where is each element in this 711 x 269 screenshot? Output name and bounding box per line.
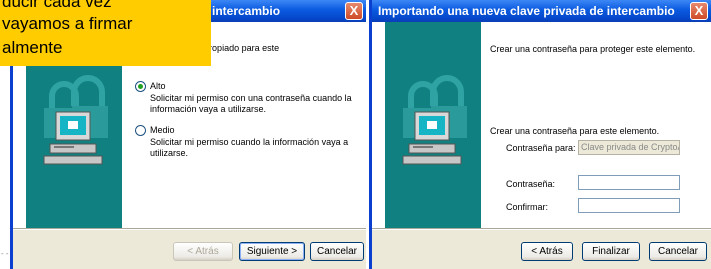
intro-text: Crear una contraseña para proteger este … [490,44,696,54]
close-icon[interactable]: X [345,2,363,20]
title-bar: Importando una nueva clave privada de in… [372,0,711,22]
callout-line-1: ducir cada vez [2,0,112,11]
option-medium-desc-1: Solicitar mi permiso cuando la informaci… [150,137,349,147]
back-button[interactable]: < Atrás [521,242,573,261]
callout-box: ducir cada vez vayamos a firmar almente [0,0,211,66]
password-input[interactable] [578,175,680,190]
computer-with-padlocks-icon [43,75,108,165]
button-separator [13,228,366,230]
option-high-desc-1: Solicitar mi permiso con una contraseña … [150,93,352,103]
dialog-body: Crear una contraseña para proteger este … [372,22,711,228]
option-medium-label: Medio [150,125,175,135]
cancel-button[interactable]: Cancelar [310,242,364,261]
close-icon[interactable]: X [690,2,708,20]
cancel-button[interactable]: Cancelar [649,242,707,261]
dashes: - - [1,249,9,258]
callout-line-2: vayamos a firmar [2,14,133,33]
computer-with-padlocks-icon [402,75,467,165]
radio-high[interactable] [135,81,146,92]
finish-button[interactable]: Finalizar [582,242,640,261]
section-label: Crear una contraseña para este elemento. [490,126,660,136]
back-button[interactable]: < Atrás [173,242,233,261]
radio-medium[interactable] [135,125,146,136]
window-title: Importando una nueva clave privada de in… [378,4,675,18]
password-for-label: Contraseña para: [506,143,576,153]
button-separator [372,228,711,230]
confirm-label: Confirmar: [506,202,549,212]
option-high-desc-2: información vaya a utilizarse. [150,104,267,114]
confirm-input[interactable] [578,198,680,213]
wizard-sidebar [385,22,481,228]
next-button[interactable]: Siguiente > [239,242,305,261]
callout-line-3: almente [2,38,63,57]
password-label: Contraseña: [506,179,556,189]
option-medium-desc-2: utilizarse. [150,148,189,158]
window-title: e intercambio [202,4,281,18]
option-high-label: Alto [150,81,166,91]
password-for-field: Clave privada de CryptoA [578,140,680,155]
password-dialog: Importando una nueva clave privada de in… [369,0,711,269]
